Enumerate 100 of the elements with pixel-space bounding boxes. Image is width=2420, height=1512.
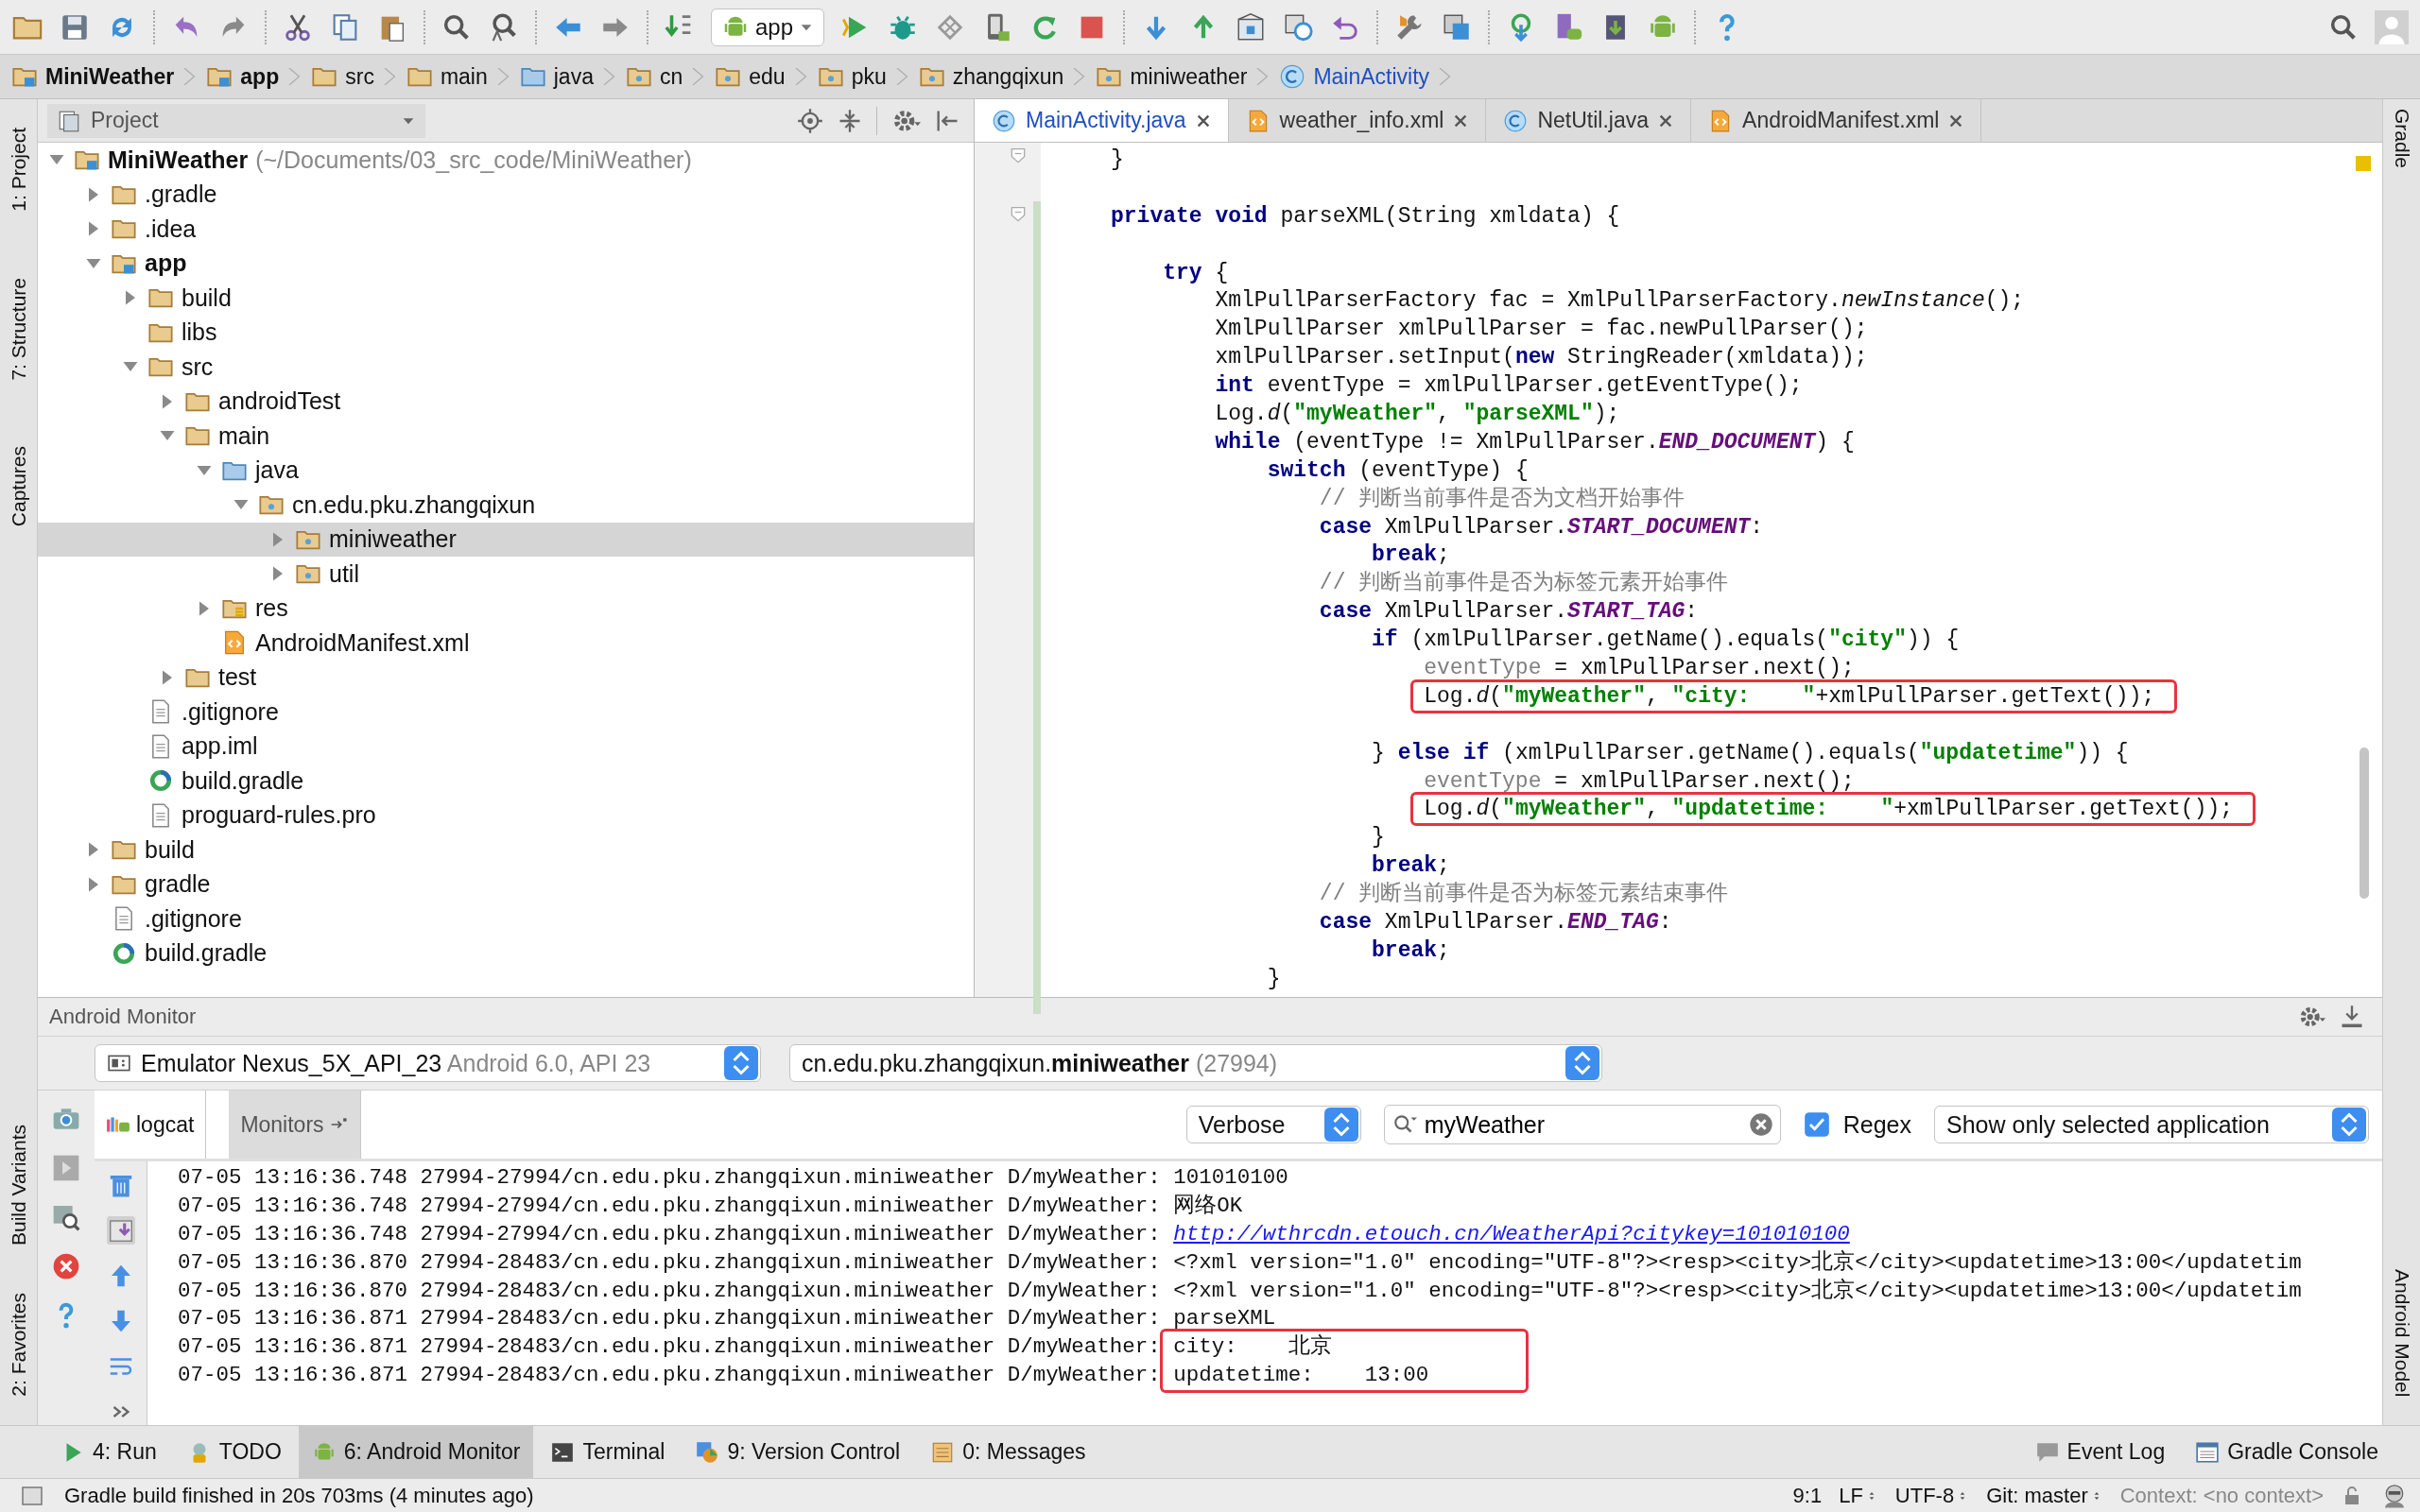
tool-window-button[interactable]: Gradle <box>2390 109 2413 169</box>
tree-item[interactable]: .idea <box>38 212 974 247</box>
tree-item[interactable]: test <box>38 660 974 695</box>
logcat-tab[interactable]: Monitors <box>229 1091 361 1159</box>
scroll-end-icon[interactable] <box>106 1216 135 1245</box>
tree-item[interactable]: res <box>38 591 974 626</box>
close-icon[interactable] <box>1948 112 1964 129</box>
clear-icon[interactable] <box>1747 1111 1774 1138</box>
tool-window-button[interactable]: 9: Version Control <box>682 1426 914 1478</box>
tree-item[interactable]: app <box>38 246 974 281</box>
code-line: case XmlPullParser.END_TAG: <box>1318 909 1672 937</box>
encoding-selector[interactable]: UTF-8 <box>1894 1483 1970 1508</box>
editor-tab[interactable]: weather_info.xml <box>1228 99 1487 142</box>
breadcrumb-item[interactable]: cn <box>625 63 683 90</box>
device-dropdown[interactable]: Emulator Nexus_5X_API_23 Android 6.0, API 23 <box>95 1044 761 1082</box>
tree-item[interactable]: proguard-rules.pro <box>38 798 974 833</box>
stepper-icon <box>724 1046 758 1080</box>
log-level-dropdown[interactable]: Verbose <box>1185 1106 1361 1143</box>
code-line: switch (eventType) { <box>1266 456 1529 485</box>
tree-item[interactable]: miniweather <box>38 522 974 557</box>
play-icon[interactable] <box>51 1153 81 1183</box>
log-line: 07-05 13:16:36.871 27994-28483/cn.edu.pku.zhangqixun.miniweather D/myWeather: parseXML <box>178 1305 1276 1333</box>
code-line: case XmlPullParser.START_DOCUMENT: <box>1318 513 1764 541</box>
tree-item[interactable]: src <box>38 350 974 385</box>
search-field[interactable]: myWeather <box>1422 1109 1742 1140</box>
tree-item[interactable]: build.gradle <box>38 936 974 971</box>
locate-icon[interactable] <box>797 107 823 134</box>
code-line: XmlPullParser xmlPullParser = fac.newPullParser(); <box>1214 316 1868 344</box>
log-line: 07-05 13:16:36.870 27994-28483/cn.edu.pku.zhangqixun.miniweather D/myWeather: <?xml version="1.0" encoding="UTF-8"?><resp><city>北京</city><updatetime>13:00</updatetim <box>178 1248 2302 1277</box>
tool-window-button[interactable]: 4: Run <box>47 1426 170 1478</box>
fold-icon[interactable] <box>1009 205 1028 224</box>
breadcrumb-item[interactable]: src <box>311 63 374 90</box>
code-line: case XmlPullParser.START_TAG: <box>1318 598 1699 627</box>
tool-window-button[interactable]: Android Model <box>2390 1268 2413 1397</box>
breadcrumb-item[interactable]: zhangqixun <box>918 63 1064 90</box>
close-icon[interactable] <box>1195 112 1211 129</box>
error-icon[interactable] <box>51 1251 81 1281</box>
code-line: Log.d("myWeather", "city: "+xmlPullParser.getText()); <box>1423 682 2155 711</box>
tree-item[interactable]: .gitignore <box>38 902 974 936</box>
tool-window-button[interactable]: 2: Favorites <box>7 1293 30 1397</box>
tree-item[interactable]: main <box>38 419 974 454</box>
tool-window-button[interactable]: Event Log <box>2021 1426 2179 1478</box>
tree-item[interactable]: gradle <box>38 867 974 902</box>
view-dropdown[interactable]: Project <box>47 103 425 138</box>
scrollbar-thumb[interactable] <box>2360 747 2369 899</box>
fold-icon[interactable] <box>1009 146 1028 165</box>
tool-window-button[interactable]: 1: Project <box>7 128 30 212</box>
breadcrumb-item[interactable]: miniweather <box>1096 63 1248 90</box>
tree-item[interactable]: java <box>38 453 974 488</box>
tree-item[interactable]: util <box>38 557 974 592</box>
tool-window-button[interactable]: Captures <box>7 446 30 527</box>
class-icon <box>992 108 1016 133</box>
code-line: Log.d("myWeather", "updatetime: "+xmlPullParser.getText()); <box>1423 796 2234 824</box>
tree-item[interactable]: build <box>38 281 974 316</box>
close-icon[interactable] <box>1658 112 1674 129</box>
code-line: break; <box>1371 936 1450 965</box>
stepper-icon <box>2332 1108 2366 1142</box>
breadcrumb-item[interactable]: java <box>519 63 594 90</box>
tool-window-button[interactable]: 7: Structure <box>7 277 30 381</box>
editor-tab[interactable]: AndroidManifest.xml <box>1691 99 1982 142</box>
breadcrumb-item[interactable]: MiniWeather <box>11 63 175 90</box>
process-dropdown[interactable]: cn.edu.pku.zhangqixun.miniweather (27994) <box>789 1044 1602 1082</box>
code-line: eventType = xmlPullParser.next(); <box>1423 767 1855 796</box>
run-config-dropdown[interactable]: app <box>711 8 825 46</box>
breadcrumb-item[interactable]: main <box>406 63 488 90</box>
checkbox-label[interactable]: Regex <box>1842 1110 1911 1139</box>
tree-item[interactable]: .gitignore <box>38 695 974 730</box>
editor-tab[interactable]: NetUtil.java <box>1486 99 1692 142</box>
line-separator-selector[interactable]: LF <box>1839 1483 1878 1508</box>
tool-window-button[interactable]: 0: Messages <box>917 1426 1099 1478</box>
search-box[interactable]: myWeather <box>1383 1105 1781 1144</box>
class-icon <box>1279 63 1306 90</box>
tool-window-button[interactable]: Terminal <box>537 1426 679 1478</box>
tree-item[interactable]: .gradle <box>38 177 974 212</box>
tool-window-button[interactable]: Build Variants <box>7 1125 30 1246</box>
panel-toggle-icon[interactable] <box>21 1484 43 1507</box>
log-line: 07-05 13:16:36.748 27994-27994/cn.edu.pku.zhangqixun.miniweather D/myWeather: 网络OK <box>178 1192 1243 1220</box>
tree-item[interactable]: build <box>38 833 974 868</box>
tree-item[interactable]: app.iml <box>38 729 974 764</box>
tree-item[interactable]: build.gradle <box>38 764 974 799</box>
tree-item[interactable]: cn.edu.pku.zhangqixun <box>38 488 974 523</box>
link[interactable]: http://wthrcdn.etouch.cn/WeatherApi?citykey=101010100 <box>1173 1221 1850 1246</box>
close-icon[interactable] <box>1453 112 1469 129</box>
breadcrumb-item[interactable]: pku <box>817 63 887 90</box>
cursor-position[interactable]: 9:1 <box>1792 1483 1823 1508</box>
checkbox[interactable] <box>1803 1111 1830 1138</box>
breadcrumb-item[interactable]: edu <box>715 63 786 90</box>
breadcrumb-item[interactable]: app <box>206 63 280 90</box>
tool-window-button[interactable]: Gradle Console <box>2182 1426 2392 1478</box>
code-line: private void parseXML(String xmldata) { <box>1111 202 1620 231</box>
editor-tab[interactable]: MainActivity.java <box>975 99 1229 142</box>
filter-dropdown[interactable]: Show only selected application <box>1934 1106 2369 1143</box>
tree-item[interactable]: libs <box>38 315 974 350</box>
tool-window-button[interactable]: TODO <box>173 1426 295 1478</box>
tree-item[interactable]: androidTest <box>38 384 974 419</box>
tree-item[interactable]: AndroidManifest.xml <box>38 626 974 661</box>
branch-selector[interactable]: Git: master <box>1986 1483 2103 1508</box>
tree-item[interactable]: MiniWeather (~/Documents/03_src_code/MiniWeather) <box>38 143 974 178</box>
breadcrumb-item[interactable]: MainActivity <box>1279 63 1430 90</box>
tool-window-button[interactable]: 6: Android Monitor <box>298 1426 534 1478</box>
